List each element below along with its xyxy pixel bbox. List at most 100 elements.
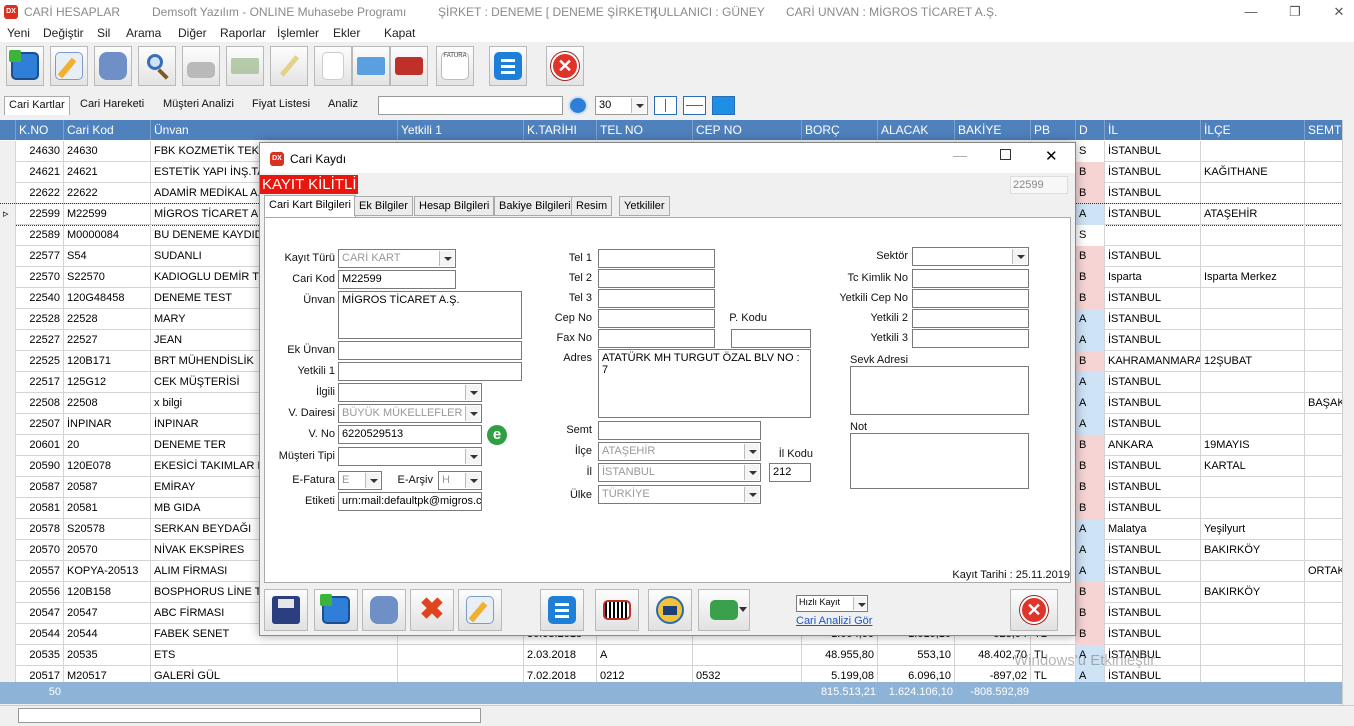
row-indicator[interactable] [0,666,16,682]
row-indicator[interactable] [0,414,16,435]
row-indicator[interactable] [0,330,16,351]
unvan-input[interactable]: MİGROS TİCARET A.Ş. [338,291,522,339]
col-unvan[interactable]: Ünvan [151,120,398,140]
barcode-button[interactable] [595,589,639,631]
new-button[interactable] [6,46,44,86]
tab-fiyat-listesi[interactable]: Fiyat Listesi [248,96,314,115]
adres-input[interactable]: ATATÜRK MH TURGUT ÖZAL BLV NO : 7 [598,349,811,418]
ek-unvan-input[interactable] [338,341,522,360]
row-indicator[interactable] [0,309,16,330]
col-kno[interactable]: K.NO [16,120,64,140]
tab-resim[interactable]: Resim [571,196,613,216]
efatura-select[interactable]: E [338,471,382,490]
tab-musteri-analizi[interactable]: Müşteri Analizi [159,96,238,115]
layout-split-horizontal-icon[interactable] [683,96,706,115]
col-ilce[interactable]: İLÇE [1201,120,1305,140]
row-indicator[interactable] [0,498,16,519]
row-indicator[interactable] [0,162,16,183]
money-button[interactable] [226,46,264,86]
card-button[interactable] [352,46,390,86]
delete-button[interactable] [94,46,132,86]
col-bakiye[interactable]: BAKİYE [955,120,1031,140]
tab-cari-kart-bilgileri[interactable]: Cari Kart Bilgileri [264,195,356,217]
close-window-button[interactable]: ✕ [1324,2,1354,22]
toolbox-button[interactable] [390,46,428,86]
row-indicator[interactable] [0,267,16,288]
tckimlik-input[interactable] [912,269,1029,288]
minimize-button[interactable]: — [1236,2,1266,22]
semt-input[interactable] [598,421,761,440]
col-telno[interactable]: TEL NO [597,120,693,140]
close-dialog-button[interactable]: ✕ [1010,589,1058,631]
row-indicator[interactable] [0,645,16,666]
invoice-button[interactable]: FATURA [436,46,474,86]
col-d[interactable]: D [1076,120,1105,140]
tel1-input[interactable] [598,249,715,268]
ilkodu-input[interactable]: 212 [769,463,811,482]
close-button[interactable]: ✕ [546,46,584,86]
row-indicator[interactable] [0,456,16,477]
ilce-select[interactable]: ATAŞEHİR [598,442,761,461]
ulke-select[interactable]: TÜRKİYE [598,485,761,504]
hizli-kayit-select[interactable]: Hızlı Kayıt [796,595,868,612]
tel2-input[interactable] [598,269,715,288]
list-button[interactable] [489,46,527,86]
menu-diger[interactable]: Diğer [178,26,207,40]
menu-islemler[interactable]: İşlemler [277,26,319,40]
maximize-button[interactable]: ❐ [1280,2,1310,22]
document-button[interactable] [314,46,352,86]
col-borc[interactable]: BORÇ [802,120,878,140]
tab-ek-bilgiler[interactable]: Ek Bilgiler [354,196,413,216]
dialog-maximize-button[interactable] [1000,149,1011,160]
pkodu-input[interactable] [731,329,811,348]
row-indicator[interactable] [0,477,16,498]
dialog-minimize-button[interactable]: — [953,147,967,163]
col-cepno[interactable]: CEP NO [693,120,802,140]
efatura-check-icon[interactable]: e [487,425,507,445]
col-pb[interactable]: PB [1031,120,1076,140]
cancel-button[interactable]: ✖ [410,589,454,631]
col-alacak[interactable]: ALACAK [878,120,955,140]
menu-arama[interactable]: Arama [126,26,161,40]
row-indicator[interactable] [0,603,16,624]
layout-single-icon[interactable] [712,96,735,115]
tel3-input[interactable] [598,289,715,308]
row-indicator[interactable]: ▹ [0,204,16,225]
row-indicator[interactable] [0,372,16,393]
delete-record-button[interactable] [362,589,406,631]
row-indicator[interactable] [0,225,16,246]
sevk-adresi-input[interactable] [850,366,1029,415]
il-select[interactable]: İSTANBUL [598,463,761,482]
menu-kapat[interactable]: Kapat [384,26,415,40]
dialog-close-button[interactable]: ✕ [1045,147,1058,165]
sektor-select[interactable] [912,247,1029,266]
vdairesi-select[interactable]: BÜYÜK MÜKELLEFLER [338,404,482,423]
row-indicator[interactable] [0,183,16,204]
tab-yetkililer[interactable]: Yetkililer [619,196,670,216]
row-indicator[interactable] [0,561,16,582]
row-indicator[interactable] [0,393,16,414]
menu-raporlar[interactable]: Raporlar [220,26,266,40]
col-semt[interactable]: SEMT [1305,120,1345,140]
col-cari-kod[interactable]: Cari Kod [64,120,151,140]
cari-kod-input[interactable]: M22599 [338,270,456,289]
mail-button[interactable] [648,589,692,631]
tab-cari-kartlar[interactable]: Cari Kartlar [4,96,70,115]
tab-analiz[interactable]: Analiz [324,96,362,115]
col-yetkili1[interactable]: Yetkili 1 [398,120,524,140]
page-size-select[interactable]: 30 [595,96,648,115]
tab-cari-hareketi[interactable]: Cari Hareketi [76,96,148,115]
save-button[interactable] [264,589,308,631]
cep-input[interactable] [598,309,715,328]
ilgili-select[interactable] [338,383,482,402]
row-indicator[interactable] [0,582,16,603]
yetkili-cep-input[interactable] [912,289,1029,308]
tab-bakiye-bilgileri[interactable]: Bakiye Bilgileri [494,196,576,216]
row-indicator[interactable] [0,435,16,456]
col-il[interactable]: İL [1105,120,1201,140]
menu-degistir[interactable]: Değiştir [43,26,84,40]
layout-split-vertical-icon[interactable] [654,96,677,115]
row-indicator[interactable] [0,246,16,267]
vertical-scrollbar[interactable] [1342,120,1354,705]
etiketi-input[interactable]: urn:mail:defaultpk@migros.cc [338,492,482,511]
